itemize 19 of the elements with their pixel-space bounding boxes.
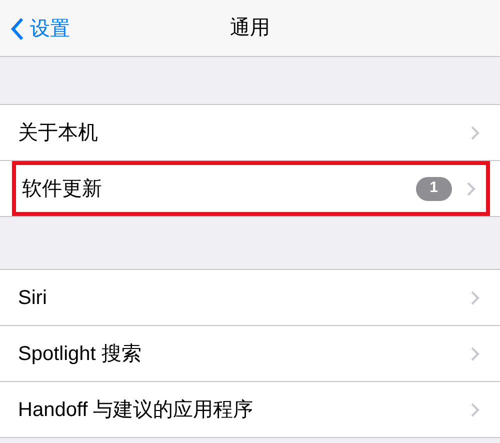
settings-row[interactable]: 关于本机 [18,105,500,160]
row-label: Handoff 与建议的应用程序 [18,398,254,422]
settings-row[interactable]: Siri [18,270,500,325]
update-count-badge: 1 [416,176,452,200]
chevron-icon [470,290,480,306]
settings-row[interactable]: 软件更新 1 [12,161,490,216]
chevron-icon [470,346,480,362]
settings-row[interactable]: Handoff 与建议的应用程序 [18,382,500,437]
chevron-icon [470,402,480,418]
chevron-icon [470,124,480,140]
page-title: 通用 [230,16,270,41]
row-label: Spotlight 搜索 [18,342,142,366]
chevron-icon [466,180,476,196]
settings-row[interactable]: Spotlight 搜索 [18,326,500,381]
row-label: Siri [18,286,47,310]
row-label: 软件更新 [22,176,102,202]
back-chevron-icon [10,17,24,41]
back-button[interactable]: 设置 [10,14,70,44]
row-label: 关于本机 [18,120,98,146]
